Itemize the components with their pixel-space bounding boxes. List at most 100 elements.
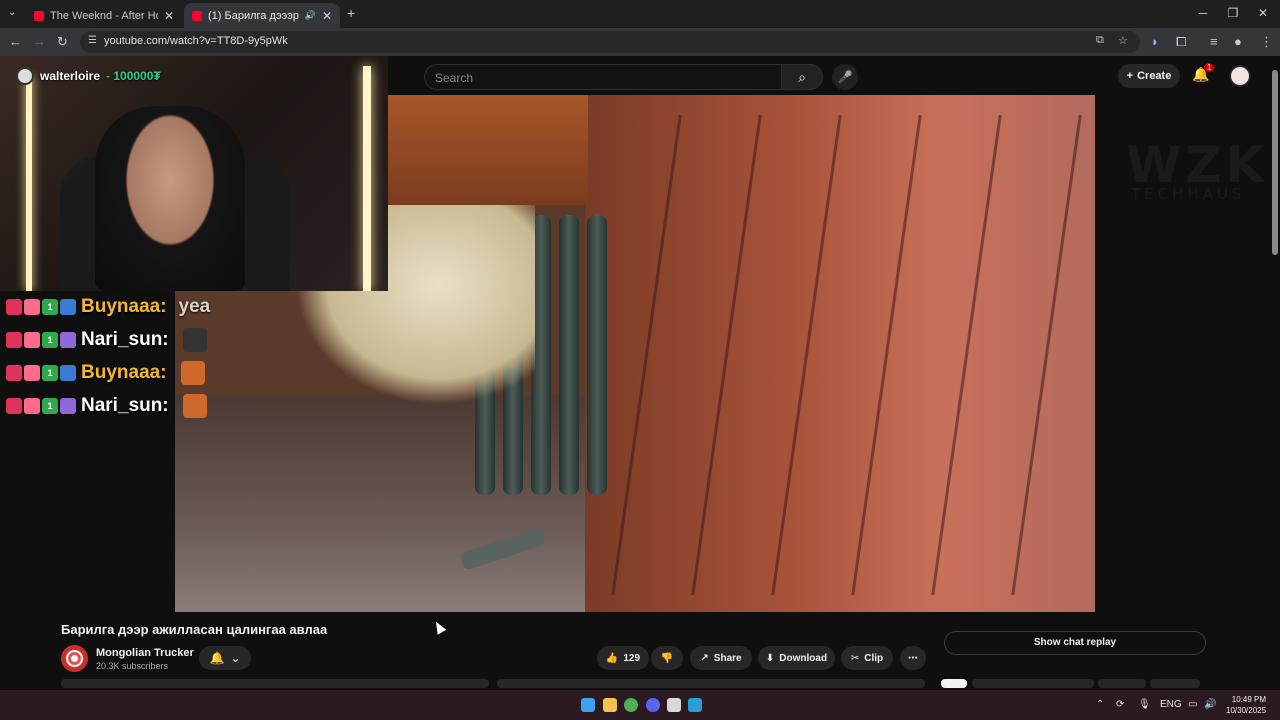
badge-icon: [6, 332, 22, 348]
address-bar[interactable]: ☰ youtube.com/watch?v=TT8D-9y5pWk ⧉ ☆: [80, 31, 1140, 53]
search-button[interactable]: ⌕: [781, 64, 823, 90]
search-icon: ⌕: [798, 69, 806, 85]
dislike-button[interactable]: 👎: [651, 646, 683, 670]
chat-overlay: 1 Buynaaa: yea 1 Nari_sun: 1 Buynaaa: 1 …: [0, 292, 240, 422]
channel-avatar[interactable]: [61, 645, 88, 672]
bell-icon: 🔔: [209, 651, 225, 665]
tab-weeknd[interactable]: The Weeknd - After Hours (Aud ✕: [26, 3, 182, 28]
badge-icon: [6, 365, 22, 381]
chat-message: 1 Buynaaa:: [6, 358, 205, 388]
extensions-puzzle-icon[interactable]: ⧠: [1176, 34, 1186, 50]
chip-from-channel[interactable]: [972, 679, 1094, 688]
badge-icon: [6, 398, 22, 414]
more-icon: ⋯: [908, 652, 918, 664]
emote-image: [182, 394, 207, 418]
download-button[interactable]: ⬇ Download: [758, 646, 835, 670]
system-clock[interactable]: 10:49 PM 10/30/2025: [1226, 694, 1266, 716]
scrollbar-thumb[interactable]: [1272, 70, 1278, 255]
voice-search-button[interactable]: 🎤: [832, 64, 858, 90]
mic-icon[interactable]: 🎙: [1138, 699, 1151, 710]
show-chat-replay-button[interactable]: Show chat replay: [944, 631, 1206, 655]
chip-all[interactable]: [941, 679, 967, 688]
app-icon[interactable]: [667, 698, 681, 712]
clip-button[interactable]: ✂ Clip: [841, 646, 893, 670]
more-actions-button[interactable]: ⋯: [900, 646, 926, 670]
speaker-icon[interactable]: 🔊: [305, 10, 316, 21]
thumbs-down-icon: 👎: [660, 652, 674, 664]
mask-badge-icon: [60, 332, 76, 348]
streamer-avatar: [16, 67, 34, 85]
chat-message: 1 Nari_sun:: [6, 325, 207, 355]
mask-badge-icon: [60, 398, 76, 414]
file-explorer-icon[interactable]: [603, 698, 617, 712]
chip-related[interactable]: [1098, 679, 1146, 688]
new-tab-button[interactable]: +: [347, 5, 355, 21]
heart-badge-icon: [24, 299, 40, 315]
forward-icon[interactable]: →: [33, 34, 46, 49]
like-count: 129: [623, 652, 641, 664]
back-icon[interactable]: ←: [9, 34, 22, 49]
share-label: Share: [713, 652, 742, 664]
site-info-icon[interactable]: ☰: [88, 35, 97, 46]
share-icon: ↗: [700, 652, 709, 664]
profile-icon[interactable]: ●: [1234, 34, 1242, 49]
share-button[interactable]: ↗ Share: [690, 646, 752, 670]
tab-title: (1) Барилга дэээр ажилласа: [208, 9, 299, 22]
tab-close-icon[interactable]: ✕: [164, 9, 174, 23]
reload-icon[interactable]: ↻: [57, 34, 68, 50]
light-bar: [363, 66, 371, 291]
grid-badge-icon: [60, 299, 76, 315]
url-text[interactable]: youtube.com/watch?v=TT8D-9y5pWk: [104, 35, 288, 47]
sync-icon[interactable]: ⟳: [1116, 699, 1124, 710]
chip-more[interactable]: [1150, 679, 1200, 688]
volume-icon[interactable]: 🔊: [1204, 699, 1216, 710]
comment-box[interactable]: [497, 679, 925, 688]
minimize-icon[interactable]: ─: [1189, 6, 1217, 20]
clock-time: 10:49 PM: [1231, 695, 1267, 704]
close-window-icon[interactable]: ✕: [1249, 6, 1277, 20]
browser-toolbar: ← → ↻ ☰ youtube.com/watch?v=TT8D-9y5pWk …: [0, 28, 1280, 56]
emote-image: [182, 328, 207, 352]
tab-close-icon[interactable]: ✕: [322, 9, 332, 23]
subscription-bell-button[interactable]: 🔔 ⌄: [199, 646, 251, 670]
account-avatar[interactable]: [1229, 65, 1251, 87]
streamer-name: walterloire: [40, 69, 101, 83]
streamer-webcam: walterloire - 100000₮: [0, 56, 388, 291]
extension-icon[interactable]: ◗: [1151, 34, 1159, 49]
heart-badge-icon: [24, 398, 40, 414]
description-box[interactable]: [61, 679, 489, 688]
network-icon[interactable]: ▭: [1188, 699, 1197, 710]
chat-username: Buynaaa:: [81, 362, 167, 383]
tab-search-icon[interactable]: ⌄: [8, 7, 16, 18]
heart-badge-icon: [24, 332, 40, 348]
chevron-down-icon: ⌄: [230, 651, 241, 665]
chat-message: 1 Buynaaa: yea: [6, 292, 210, 322]
tab-active-video[interactable]: (1) Барилга дэээр ажилласа 🔊 ✕: [184, 3, 340, 28]
language-indicator[interactable]: ENG: [1160, 699, 1182, 710]
channel-name[interactable]: Mongolian Trucker: [96, 647, 194, 659]
install-icon[interactable]: ⧉: [1096, 34, 1104, 47]
search-input[interactable]: Search: [424, 64, 782, 90]
first-badge-icon: 1: [42, 398, 58, 414]
video-title: Барилга дээр ажилласан цалингаа авлаа: [61, 622, 328, 637]
subscriber-count: 20.3K subscribers: [96, 661, 169, 671]
discord-icon[interactable]: [646, 698, 660, 712]
tab-title: The Weeknd - After Hours (Aud: [50, 9, 158, 22]
telegram-icon[interactable]: [688, 698, 702, 712]
page-scrollbar[interactable]: [1270, 60, 1280, 690]
clock-date: 10/30/2025: [1226, 706, 1267, 715]
bookmark-star-icon[interactable]: ☆: [1118, 34, 1128, 47]
chat-username: Buynaaa:: [81, 296, 167, 317]
maximize-icon[interactable]: ❐: [1219, 6, 1247, 20]
like-button[interactable]: 👍 129: [597, 646, 649, 670]
first-badge-icon: 1: [42, 365, 58, 381]
create-button[interactable]: + Create: [1118, 64, 1180, 88]
chrome-icon[interactable]: [624, 698, 638, 712]
media-control-icon[interactable]: ≡: [1210, 34, 1218, 49]
tray-chevron-icon[interactable]: ⌃: [1096, 699, 1104, 710]
download-label: Download: [779, 652, 828, 664]
browser-menu-icon[interactable]: ⋮: [1260, 34, 1273, 50]
notification-badge: 1: [1204, 63, 1215, 72]
download-icon: ⬇: [765, 652, 775, 664]
start-icon[interactable]: [581, 698, 595, 712]
